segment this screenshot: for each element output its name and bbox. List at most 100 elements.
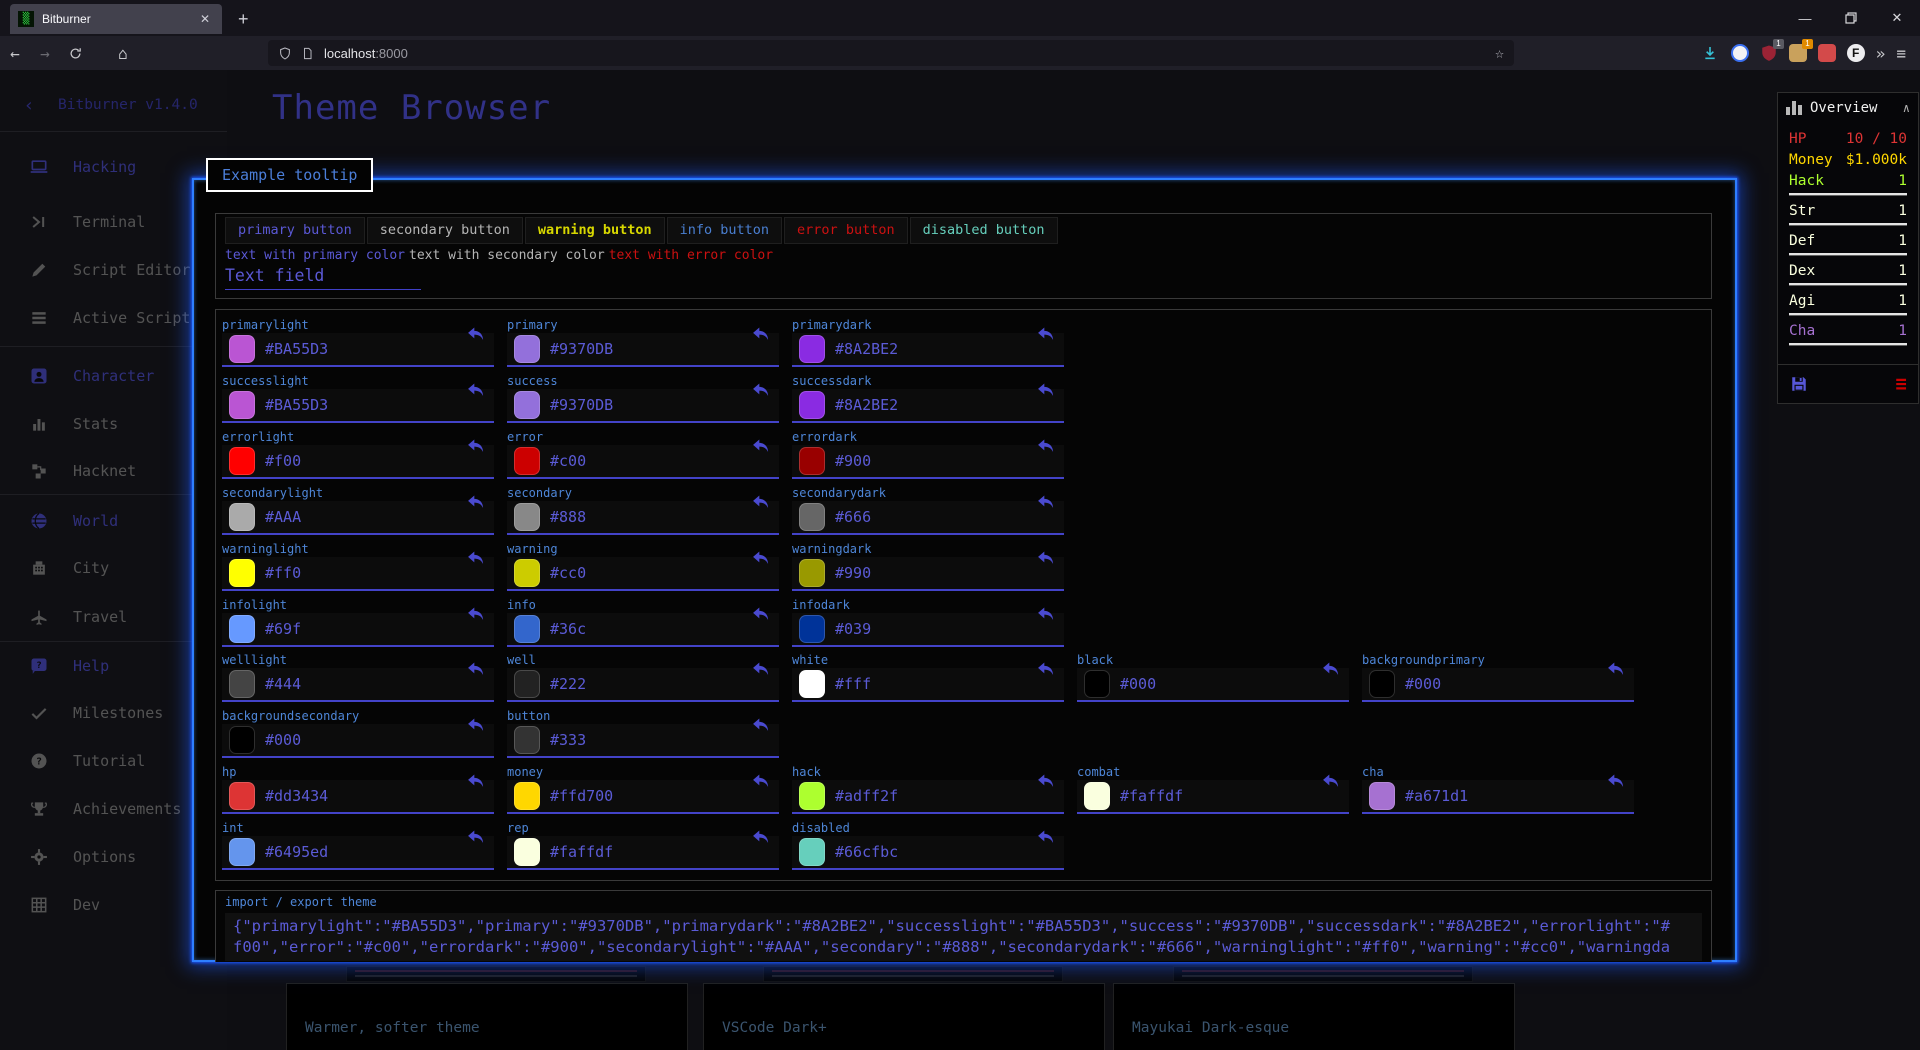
color-hex-input[interactable]: #BA55D3 — [265, 396, 328, 414]
color-swatch[interactable] — [799, 670, 825, 698]
undo-icon[interactable] — [1036, 493, 1056, 513]
color-swatch[interactable] — [229, 615, 255, 643]
undo-icon[interactable] — [466, 772, 486, 792]
undo-icon[interactable] — [466, 493, 486, 513]
color-hex-input[interactable]: #cc0 — [550, 564, 586, 582]
color-swatch[interactable] — [799, 559, 825, 587]
undo-icon[interactable] — [751, 437, 771, 457]
color-hex-input[interactable]: #039 — [835, 620, 871, 638]
color-hex-input[interactable]: #000 — [265, 731, 301, 749]
color-swatch[interactable] — [229, 838, 255, 866]
undo-icon[interactable] — [1036, 772, 1056, 792]
color-swatch[interactable] — [229, 559, 255, 587]
color-swatch[interactable] — [514, 726, 540, 754]
color-swatch[interactable] — [799, 503, 825, 531]
tab-close-icon[interactable]: ✕ — [196, 10, 214, 28]
url-text[interactable]: localhost:8000 — [324, 46, 1495, 61]
undo-icon[interactable] — [751, 772, 771, 792]
undo-icon[interactable] — [466, 828, 486, 848]
undo-icon[interactable] — [1036, 660, 1056, 680]
color-swatch[interactable] — [229, 726, 255, 754]
color-hex-input[interactable]: #222 — [550, 675, 586, 693]
color-swatch[interactable] — [229, 447, 255, 475]
color-swatch[interactable] — [229, 670, 255, 698]
extension-icon-orange[interactable]: 1 — [1789, 44, 1807, 62]
info-button[interactable]: info button — [667, 217, 782, 244]
undo-icon[interactable] — [751, 828, 771, 848]
color-swatch[interactable] — [514, 670, 540, 698]
undo-icon[interactable] — [1036, 549, 1056, 569]
text-field[interactable]: Text field — [225, 266, 421, 290]
color-swatch[interactable] — [799, 838, 825, 866]
color-swatch[interactable] — [1084, 670, 1110, 698]
undo-icon[interactable] — [751, 325, 771, 345]
hamburger-icon[interactable]: ≡ — [1896, 373, 1906, 395]
color-hex-input[interactable]: #9370DB — [550, 340, 613, 358]
primary-button[interactable]: primary button — [225, 217, 365, 244]
browser-tab[interactable]: ▒ Bitburner ✕ — [10, 4, 222, 34]
color-swatch[interactable] — [514, 838, 540, 866]
downloads-icon[interactable] — [1702, 44, 1720, 62]
undo-icon[interactable] — [751, 716, 771, 736]
undo-icon[interactable] — [466, 605, 486, 625]
color-swatch[interactable] — [799, 447, 825, 475]
extension-icon-f[interactable]: F — [1847, 44, 1865, 62]
color-hex-input[interactable]: #666 — [835, 508, 871, 526]
color-swatch[interactable] — [229, 782, 255, 810]
overflow-chevrons-icon[interactable]: » — [1876, 44, 1886, 63]
undo-icon[interactable] — [751, 605, 771, 625]
color-hex-input[interactable]: #AAA — [265, 508, 301, 526]
page-info-icon[interactable] — [301, 46, 314, 61]
window-minimize-button[interactable]: — — [1782, 0, 1828, 36]
home-icon[interactable]: ⌂ — [108, 44, 138, 63]
password-manager-extension-icon[interactable] — [1731, 44, 1749, 62]
undo-icon[interactable] — [1036, 605, 1056, 625]
color-hex-input[interactable]: #adff2f — [835, 787, 898, 805]
color-swatch[interactable] — [1369, 670, 1395, 698]
color-swatch[interactable] — [229, 503, 255, 531]
color-hex-input[interactable]: #c00 — [550, 452, 586, 470]
reload-icon[interactable] — [60, 46, 90, 61]
secondary-button[interactable]: secondary button — [367, 217, 523, 244]
color-swatch[interactable] — [514, 447, 540, 475]
color-swatch[interactable] — [514, 615, 540, 643]
undo-icon[interactable] — [466, 549, 486, 569]
undo-icon[interactable] — [466, 660, 486, 680]
color-hex-input[interactable]: #888 — [550, 508, 586, 526]
color-hex-input[interactable]: #faffdf — [1120, 787, 1183, 805]
color-swatch[interactable] — [514, 335, 540, 363]
undo-icon[interactable] — [1036, 381, 1056, 401]
color-hex-input[interactable]: #ff0 — [265, 564, 301, 582]
color-swatch[interactable] — [514, 559, 540, 587]
color-hex-input[interactable]: #990 — [835, 564, 871, 582]
color-hex-input[interactable]: #BA55D3 — [265, 340, 328, 358]
color-swatch[interactable] — [514, 503, 540, 531]
undo-icon[interactable] — [1321, 772, 1341, 792]
undo-icon[interactable] — [751, 549, 771, 569]
color-hex-input[interactable]: #36c — [550, 620, 586, 638]
forward-icon[interactable]: → — [30, 44, 60, 63]
color-swatch[interactable] — [1369, 782, 1395, 810]
color-hex-input[interactable]: #6495ed — [265, 843, 328, 861]
color-hex-input[interactable]: #8A2BE2 — [835, 396, 898, 414]
color-swatch[interactable] — [229, 391, 255, 419]
color-swatch[interactable] — [229, 335, 255, 363]
color-swatch[interactable] — [799, 615, 825, 643]
warning-button[interactable]: warning button — [525, 217, 665, 244]
color-hex-input[interactable]: #dd3434 — [265, 787, 328, 805]
color-swatch[interactable] — [514, 391, 540, 419]
undo-icon[interactable] — [1606, 772, 1626, 792]
color-swatch[interactable] — [799, 335, 825, 363]
color-swatch[interactable] — [799, 391, 825, 419]
bookmark-star-icon[interactable]: ☆ — [1495, 44, 1504, 62]
color-swatch[interactable] — [514, 782, 540, 810]
back-icon[interactable]: ← — [0, 44, 30, 63]
color-hex-input[interactable]: #8A2BE2 — [835, 340, 898, 358]
undo-icon[interactable] — [751, 660, 771, 680]
color-hex-input[interactable]: #a671d1 — [1405, 787, 1468, 805]
color-hex-input[interactable]: #69f — [265, 620, 301, 638]
undo-icon[interactable] — [751, 493, 771, 513]
color-hex-input[interactable]: #000 — [1120, 675, 1156, 693]
undo-icon[interactable] — [466, 325, 486, 345]
import-export-textarea[interactable]: {"primarylight":"#BA55D3","primary":"#93… — [225, 913, 1702, 961]
